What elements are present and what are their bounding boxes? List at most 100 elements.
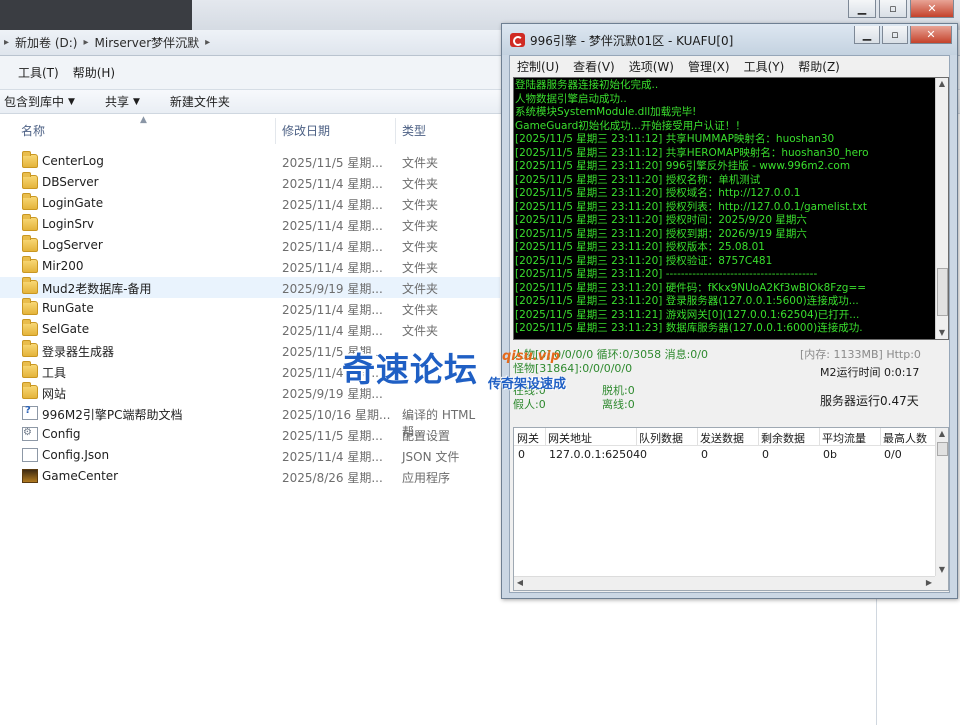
log-scroll-thumb[interactable]	[937, 268, 948, 316]
status-monsters: 怪物[31864]:0/0/0/0/0	[513, 362, 633, 375]
gateway-table-header: 网关 网关地址 队列数据 发送数据 剩余数据 平均流量 最高人数	[514, 428, 936, 446]
file-row[interactable]: RunGate 2025/11/4 星期... 文件夹	[0, 298, 500, 319]
minimize-button[interactable]: ▁	[848, 0, 876, 18]
file-type: 配置设置	[402, 429, 451, 443]
folder-icon	[22, 214, 38, 231]
table-column-divider[interactable]	[697, 428, 698, 446]
server-log-console[interactable]: 登陆器服务器连接初始化完成.. 人物数据引擎启动成功.. 系统模块SystemMod…	[513, 77, 949, 340]
file-row[interactable]: Mir200 2025/11/4 星期... 文件夹	[0, 256, 500, 277]
table-column-divider[interactable]	[819, 428, 820, 446]
table-column-divider[interactable]	[636, 428, 637, 446]
maximize-button[interactable]: ▫	[882, 26, 908, 44]
file-row[interactable]: CenterLog 2025/11/5 星期... 文件夹	[0, 151, 500, 172]
table-column-header[interactable]: 网关地址	[548, 430, 592, 446]
status-panel: 人物[0] 0/0/0/0 循环:0/3058 消息:0/0 [内存: 1133…	[510, 342, 949, 424]
table-column-header[interactable]: 发送数据	[700, 430, 744, 446]
share-button[interactable]: 共享 ▼	[105, 93, 140, 110]
menu-help[interactable]: 帮助(H)	[73, 64, 115, 81]
file-row[interactable]: GameCenter 2025/8/26 星期... 应用程序	[0, 466, 500, 487]
column-divider[interactable]	[395, 118, 396, 144]
file-type: 文件夹	[402, 324, 439, 338]
log-line: [2025/11/5 星期三 23:11:20] 硬件码：fKkx9NUoA2K…	[515, 281, 867, 294]
file-row[interactable]: Config.Json 2025/11/4 星期... JSON 文件	[0, 445, 500, 466]
file-row[interactable]: 登录器生成器 2025/11/5 星期...	[0, 340, 500, 361]
table-column-divider[interactable]	[880, 428, 881, 446]
file-name: LogServer	[42, 238, 103, 252]
scroll-up-icon[interactable]: ▲	[936, 78, 948, 90]
gateway-table[interactable]: 网关 网关地址 队列数据 发送数据 剩余数据 平均流量 最高人数 0 127.0.0.1:62…	[513, 427, 949, 591]
table-cell: 0/0	[884, 448, 902, 461]
scroll-left-icon[interactable]: ◀	[514, 577, 526, 589]
column-name[interactable]: 名称	[21, 122, 45, 139]
table-column-divider[interactable]	[545, 428, 546, 446]
folder-icon	[22, 361, 38, 378]
kuafu-menu-item[interactable]: 控制(U)	[510, 58, 566, 75]
table-column-header[interactable]: 网关	[517, 430, 539, 446]
table-column-header[interactable]: 队列数据	[639, 430, 683, 446]
table-vertical-scrollbar[interactable]: ▲ ▼	[935, 428, 948, 576]
breadcrumb-drive[interactable]: 新加卷 (D:)	[15, 34, 77, 51]
file-date: 2025/8/26 星期...	[282, 471, 383, 485]
file-row[interactable]: 网站 2025/9/19 星期...	[0, 382, 500, 403]
menu-tools[interactable]: 工具(T)	[18, 64, 59, 81]
table-scroll-thumb[interactable]	[937, 442, 948, 456]
engine-app-icon[interactable]	[510, 33, 525, 47]
log-line: 系统模块SystemModule.dll加载完毕!	[515, 106, 697, 118]
file-row[interactable]: DBServer 2025/11/4 星期... 文件夹	[0, 172, 500, 193]
titlebar-dark-region	[0, 0, 192, 30]
file-row[interactable]: Config 2025/11/5 星期... 配置设置	[0, 424, 500, 445]
file-row[interactable]: LoginGate 2025/11/4 星期... 文件夹	[0, 193, 500, 214]
scroll-right-icon[interactable]: ▶	[923, 577, 935, 589]
log-line: [2025/11/5 星期三 23:11:12] 共享HUMMAP映射名：huo…	[515, 133, 835, 145]
file-name: CenterLog	[42, 154, 104, 168]
file-row[interactable]: SelGate 2025/11/4 星期... 文件夹	[0, 319, 500, 340]
column-divider[interactable]	[275, 118, 276, 144]
kuafu-menu-item[interactable]: 帮助(Z)	[791, 58, 847, 75]
scroll-down-icon[interactable]: ▼	[936, 327, 948, 339]
file-row[interactable]: LoginSrv 2025/11/4 星期... 文件夹	[0, 214, 500, 235]
log-line: [2025/11/5 星期三 23:11:20] 授权版本：25.08.01	[515, 241, 765, 253]
document-icon	[22, 448, 38, 462]
maximize-button[interactable]: ▫	[879, 0, 907, 18]
column-type[interactable]: 类型	[402, 122, 426, 139]
column-date[interactable]: 修改日期	[282, 122, 330, 139]
kuafu-client-area: 控制(U) 查看(V) 选项(W) 管理(X) 工具(Y) 帮助(Z) 登陆器服务器连接初…	[509, 55, 950, 593]
m2-runtime: M2运行时间 0:0:17	[820, 366, 920, 379]
table-cell: 0b	[823, 448, 837, 461]
folder-icon	[22, 235, 38, 252]
kuafu-menu-item[interactable]: 选项(W)	[622, 58, 681, 75]
table-column-header[interactable]: 最高人数	[883, 430, 927, 446]
table-column-header[interactable]: 平均流量	[822, 430, 866, 446]
kuafu-menu-item[interactable]: 管理(X)	[681, 58, 737, 75]
close-button[interactable]: ✕	[910, 0, 954, 18]
file-row[interactable]: LogServer 2025/11/4 星期... 文件夹	[0, 235, 500, 256]
file-date: 2025/11/4 星期...	[282, 366, 383, 380]
file-row[interactable]: 工具 2025/11/4 星期...	[0, 361, 500, 382]
kuafu-menu-item[interactable]: 查看(V)	[566, 58, 622, 75]
log-line: [2025/11/5 星期三 23:11:12] 共享HEROMAP映射名：hu…	[515, 146, 869, 159]
kuafu-window: 996引擎 - 梦伴沉默01区 - KUAFU[0] ▁ ▫ ✕ 控制(U) 查看…	[501, 23, 958, 599]
kuafu-titlebar[interactable]: 996引擎 - 梦伴沉默01区 - KUAFU[0] ▁ ▫ ✕	[502, 24, 957, 55]
minimize-button[interactable]: ▁	[854, 26, 880, 44]
new-folder-button[interactable]: 新建文件夹	[170, 93, 230, 110]
file-name: 网站	[42, 387, 67, 401]
close-icon: ✕	[926, 28, 936, 41]
close-button[interactable]: ✕	[910, 26, 952, 44]
table-row[interactable]: 0 127.0.0.1:62504 0 0 0 0b 0/0	[514, 446, 936, 462]
table-column-divider[interactable]	[758, 428, 759, 446]
log-scrollbar[interactable]: ▲ ▼	[935, 78, 948, 339]
app-icon	[22, 469, 38, 483]
kuafu-menu-item[interactable]: 工具(Y)	[737, 58, 792, 75]
include-in-library-button[interactable]: 包含到库中 ▼	[4, 93, 75, 110]
file-row[interactable]: 996M2引擎PC端帮助文档2025/10/16 星期...编译的 HTML 帮…	[0, 403, 500, 439]
scroll-up-icon[interactable]: ▲	[936, 428, 948, 440]
kuafu-menubar: 控制(U) 查看(V) 选项(W) 管理(X) 工具(Y) 帮助(Z)	[510, 56, 949, 76]
config-file-icon	[22, 427, 38, 441]
breadcrumb-folder[interactable]: Mirserver梦伴沉默	[95, 34, 200, 51]
file-row[interactable]: Mud2老数据库-备用 2025/9/19 星期... 文件夹	[0, 277, 500, 298]
table-horizontal-scrollbar[interactable]: ◀ ▶	[514, 576, 936, 590]
table-column-header[interactable]: 剩余数据	[761, 430, 805, 446]
scroll-down-icon[interactable]: ▼	[936, 564, 948, 576]
sort-ascending-icon: ▲	[140, 115, 147, 125]
file-name: LoginGate	[42, 196, 104, 210]
